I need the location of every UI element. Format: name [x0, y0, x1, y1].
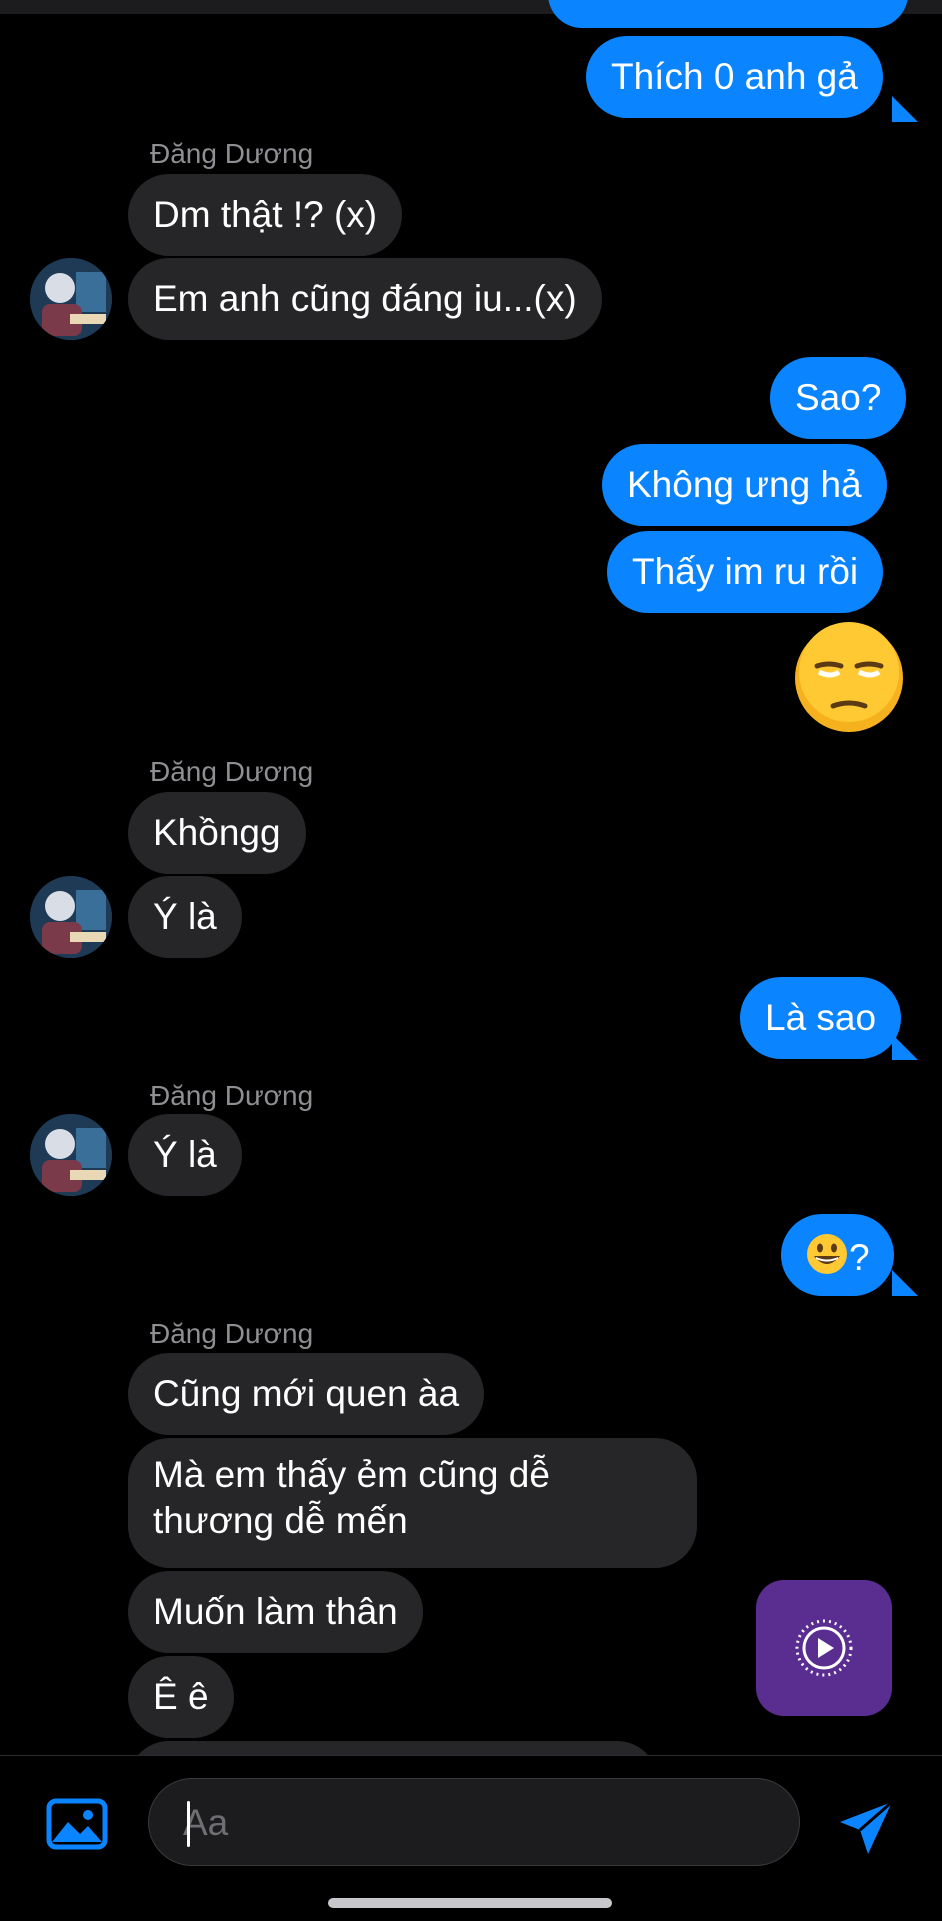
message-text: thương dễ mến — [153, 1500, 408, 1541]
send-icon[interactable] — [838, 1800, 894, 1861]
sender-name: Đăng Dương — [150, 1080, 314, 1111]
message-text: Không ưng hả — [627, 464, 862, 505]
message-text: Dm thật !? (x) — [153, 194, 378, 235]
message-bubble-in[interactable]: Cũng mới quen àa — [128, 1353, 485, 1435]
message-bubble-in[interactable]: Em anh cũng đáng iu...(x) — [128, 258, 602, 340]
avatar[interactable] — [30, 258, 112, 340]
text-caret — [187, 1801, 190, 1847]
message-bubble-in[interactable]: Khồngg — [128, 792, 306, 874]
message-text: Thích 0 anh gả — [611, 56, 858, 97]
sender-name: Đăng Dương — [150, 1318, 314, 1349]
message-bubble-out[interactable]: Thích 0 anh gả — [586, 36, 883, 118]
message-text: Là sao — [765, 997, 877, 1038]
message-text: Ê ê — [153, 1676, 209, 1717]
message-bubble-in[interactable]: Dm thật !? (x) — [128, 174, 403, 256]
message-bubble-partial — [548, 0, 908, 28]
bubble-tail — [892, 1034, 918, 1060]
message-text: Ý là — [153, 1134, 217, 1175]
message-text: Mà em thấy ẻm cũng dễ — [153, 1454, 550, 1495]
message-bubble-in[interactable]: Mà em thấy ẻm cũng dễ thương dễ mến — [128, 1438, 697, 1568]
message-text: Khồngg — [153, 812, 281, 853]
message-text: Sao? — [795, 377, 882, 418]
message-text: Em anh cũng đáng iu...(x) — [153, 278, 577, 319]
message-text: ? — [849, 1237, 870, 1278]
message-bubble-in[interactable]: Ý là — [128, 876, 242, 958]
grinning-emoji-icon — [805, 1232, 849, 1287]
message-bubble-out[interactable]: ? — [781, 1214, 894, 1296]
message-text: Muốn làm thân — [153, 1591, 398, 1632]
message-text: Thấy im ru rồi — [632, 551, 859, 592]
sender-name: Đăng Dương — [150, 756, 314, 787]
message-text: Ý là — [153, 896, 217, 937]
message-input[interactable] — [148, 1778, 800, 1867]
message-bubble-in[interactable]: Ý là — [128, 1114, 242, 1196]
message-bubble-out[interactable]: Thấy im ru rồi — [607, 531, 884, 613]
composer-bar — [0, 1755, 942, 1921]
unamused-emoji[interactable] — [793, 622, 905, 739]
image-icon[interactable] — [46, 1798, 108, 1855]
bubble-tail — [892, 1270, 918, 1296]
avatar[interactable] — [30, 876, 112, 958]
play-button[interactable] — [756, 1580, 892, 1716]
bubble-tail — [892, 96, 918, 122]
avatar[interactable] — [30, 1114, 112, 1196]
message-field[interactable] — [181, 1779, 765, 1867]
message-bubble-in[interactable]: Ê ê — [128, 1656, 234, 1738]
message-bubble-out[interactable]: Là sao — [740, 977, 902, 1059]
message-bubble-out[interactable]: Không ưng hả — [602, 444, 887, 526]
message-bubble-in[interactable]: Muốn làm thân — [128, 1571, 423, 1653]
play-circle-icon — [795, 1619, 853, 1677]
home-indicator — [328, 1898, 612, 1908]
message-text: Cũng mới quen àa — [153, 1373, 460, 1414]
sender-name: Đăng Dương — [150, 138, 314, 169]
message-bubble-out[interactable]: Sao? — [770, 357, 907, 439]
